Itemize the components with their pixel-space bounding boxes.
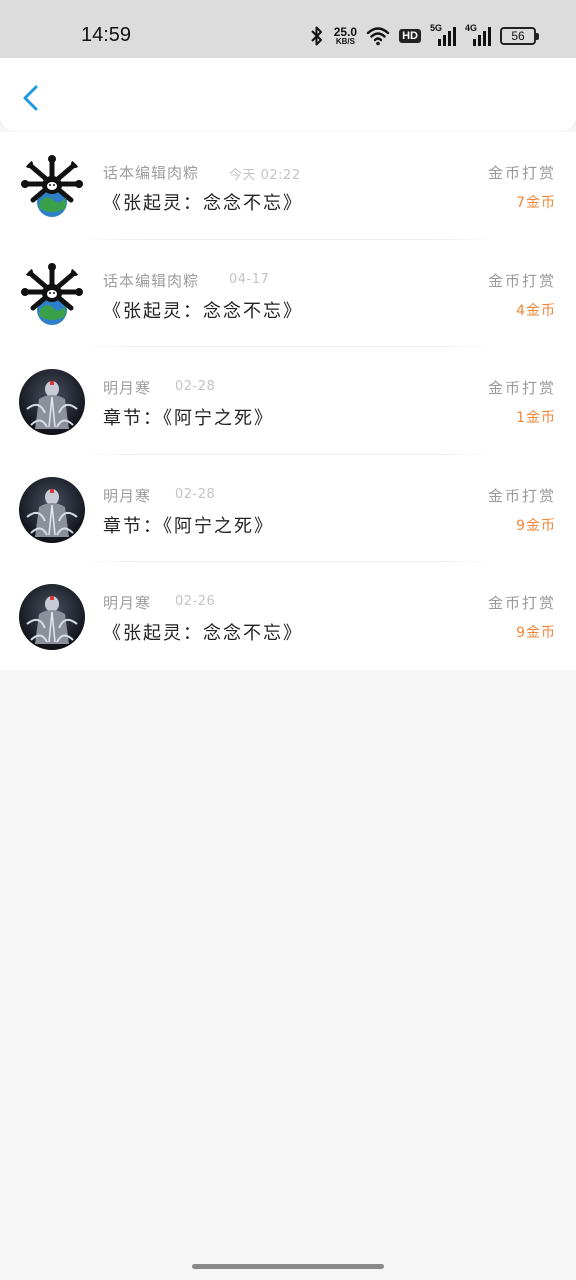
network-speed-unit: KB/S xyxy=(335,37,355,46)
network-speed: 25.0 KB/S xyxy=(334,26,357,46)
dark-figure-avatar-image xyxy=(19,584,85,650)
tip-record-row[interactable]: 明月寒 02-28 章节：《阿宁之死》 金币打赏 1金币 xyxy=(0,347,576,455)
signal-4g-icon: 4G xyxy=(465,23,491,46)
sender-name: 明月寒 xyxy=(103,379,152,397)
avatar[interactable] xyxy=(19,584,85,650)
status-time: 14:59 xyxy=(81,24,132,46)
tip-amount: 9金币 xyxy=(516,625,556,641)
tip-record-list: 话本编辑肉粽 今天 02:22 《张起灵：念念不忘》 金币打赏 7金币 话本编辑… xyxy=(0,132,576,670)
work-title: 《张起灵：念念不忘》 xyxy=(103,193,303,214)
skull-cartoon-avatar-image xyxy=(19,154,85,220)
signal-4g-label: 4G xyxy=(465,23,478,33)
tip-amount: 7金币 xyxy=(516,195,556,211)
battery-icon: 56 xyxy=(500,27,539,45)
tip-type-label: 金币打赏 xyxy=(487,594,556,612)
status-icons: 25.0 KB/S HD 5G 4G 56 xyxy=(309,23,539,48)
bluetooth-icon xyxy=(311,26,322,46)
tip-type-label: 金币打赏 xyxy=(487,379,556,397)
header xyxy=(0,58,576,131)
tip-time: 02-28 xyxy=(175,486,216,502)
tip-time: 02-26 xyxy=(175,594,216,609)
work-title: 《张起灵：念念不忘》 xyxy=(103,300,303,322)
signal-5g-icon: 5G xyxy=(430,23,456,46)
skull-cartoon-avatar-image xyxy=(19,261,85,328)
back-button[interactable] xyxy=(16,80,48,116)
home-indicator[interactable] xyxy=(192,1264,384,1269)
tip-record-row[interactable]: 明月寒 02-28 章节：《阿宁之死》 金币打赏 9金币 xyxy=(0,455,576,562)
hd-voice-badge: HD xyxy=(399,29,421,43)
signal-5g-label: 5G xyxy=(430,23,443,33)
avatar[interactable] xyxy=(19,261,85,328)
battery-level: 56 xyxy=(511,29,525,43)
work-title: 章节：《阿宁之死》 xyxy=(103,515,274,537)
tip-time: 04-17 xyxy=(229,271,270,287)
sender-name: 话本编辑肉粽 xyxy=(103,164,200,182)
sender-name: 明月寒 xyxy=(103,486,152,505)
tip-time: 02-28 xyxy=(175,379,216,394)
sender-name: 明月寒 xyxy=(103,594,152,612)
sender-name: 话本编辑肉粽 xyxy=(103,271,200,290)
tip-amount: 9金币 xyxy=(516,517,556,534)
dark-figure-avatar-image xyxy=(19,369,85,435)
tip-amount: 1金币 xyxy=(516,410,556,426)
tip-type-label: 金币打赏 xyxy=(487,271,556,290)
tip-time: 今天 02:22 xyxy=(229,168,301,183)
status-bar: 14:59 25.0 KB/S HD 5G 4G 56 xyxy=(0,0,576,58)
tip-amount: 4金币 xyxy=(516,302,556,319)
dark-figure-avatar-image xyxy=(19,476,85,543)
avatar[interactable] xyxy=(19,476,85,543)
tip-record-row[interactable]: 话本编辑肉粽 04-17 《张起灵：念念不忘》 金币打赏 4金币 xyxy=(0,240,576,347)
wifi-icon xyxy=(366,27,390,46)
chevron-left-icon xyxy=(23,85,38,111)
tip-record-row[interactable]: 话本编辑肉粽 今天 02:22 《张起灵：念念不忘》 金币打赏 7金币 xyxy=(0,132,576,240)
work-title: 《张起灵：念念不忘》 xyxy=(103,623,303,644)
work-title: 章节：《阿宁之死》 xyxy=(103,408,274,429)
tip-record-row[interactable]: 明月寒 02-26 《张起灵：念念不忘》 金币打赏 9金币 xyxy=(0,562,576,670)
tip-type-label: 金币打赏 xyxy=(487,164,556,182)
avatar[interactable] xyxy=(19,154,85,220)
tip-type-label: 金币打赏 xyxy=(487,486,556,505)
avatar[interactable] xyxy=(19,369,85,435)
